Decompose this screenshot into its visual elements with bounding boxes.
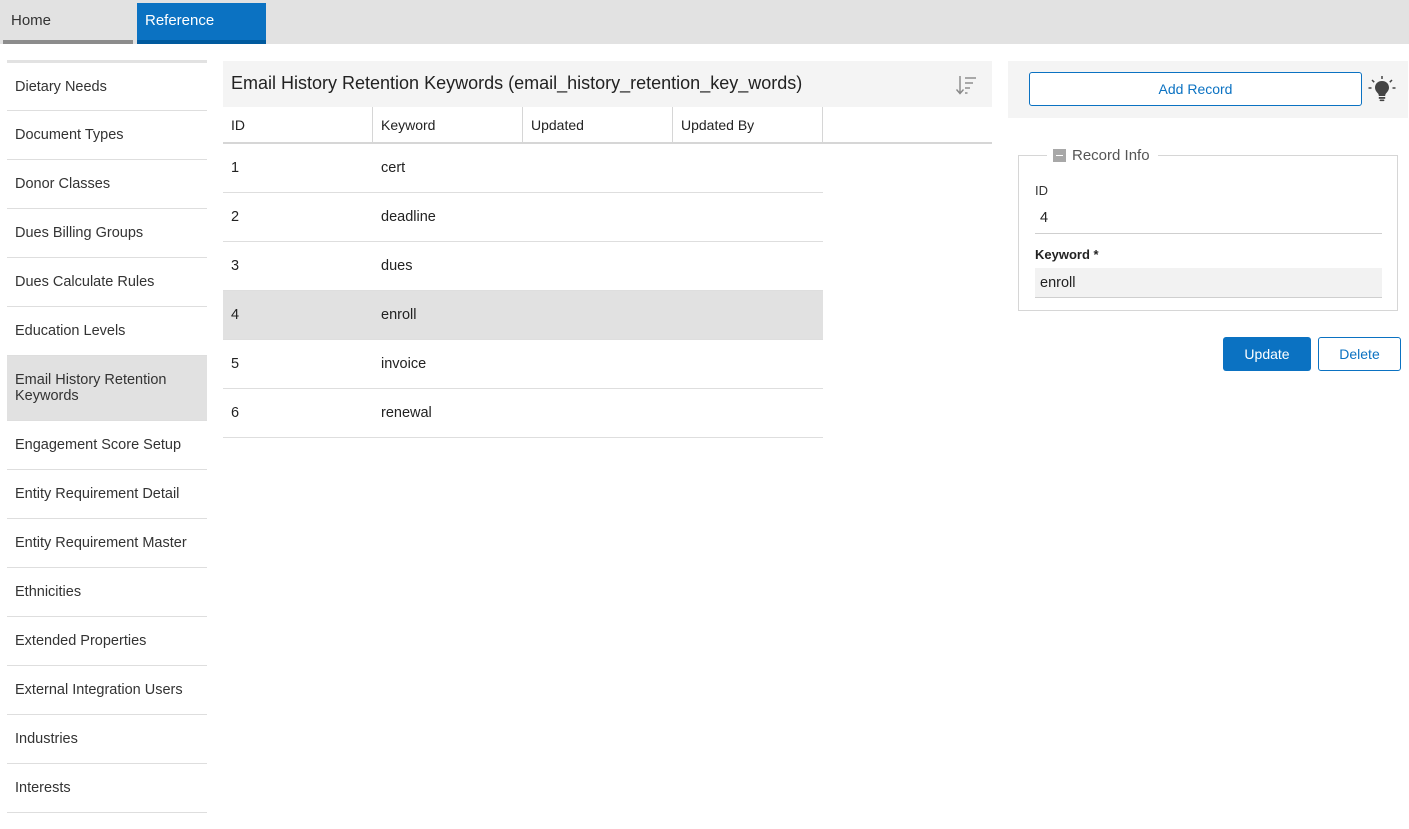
table-row[interactable]: 1 cert bbox=[223, 144, 823, 193]
add-record-button[interactable]: Add Record bbox=[1029, 72, 1362, 106]
cell-keyword: invoice bbox=[381, 356, 427, 372]
sort-descending-icon[interactable] bbox=[954, 73, 978, 97]
sidebar-item-email-history-retention-keywords[interactable]: Email History Retention Keywords bbox=[7, 356, 207, 421]
cell-keyword: cert bbox=[381, 160, 406, 176]
cell-id: 4 bbox=[231, 307, 240, 323]
page-title: Email History Retention Keywords (email_… bbox=[231, 73, 803, 93]
cell-keyword: renewal bbox=[381, 405, 432, 421]
sidebar-item-education-levels[interactable]: Education Levels bbox=[7, 307, 207, 356]
records-table: ID Keyword Updated Updated By 1 cert 2 d… bbox=[223, 107, 992, 438]
column-header-updated[interactable]: Updated bbox=[523, 107, 673, 142]
id-label: ID bbox=[1035, 183, 1048, 198]
cell-id: 3 bbox=[231, 258, 240, 274]
update-button[interactable]: Update bbox=[1223, 337, 1311, 371]
column-header-keyword[interactable]: Keyword bbox=[373, 107, 523, 142]
record-info-title: Record Info bbox=[1072, 147, 1150, 164]
table-body: 1 cert 2 deadline 3 dues 4 enroll 5 invo… bbox=[223, 144, 823, 438]
sidebar-item-donor-classes[interactable]: Donor Classes bbox=[7, 160, 207, 209]
table-row[interactable]: 6 renewal bbox=[223, 389, 823, 438]
sidebar-item-dues-billing-groups[interactable]: Dues Billing Groups bbox=[7, 209, 207, 258]
tab-reference-tables[interactable]: Reference Tables bbox=[137, 3, 266, 65]
top-tab-bar: Home Reference Tables bbox=[0, 0, 1409, 65]
cell-keyword: dues bbox=[381, 258, 413, 274]
table-header-bar: Email History Retention Keywords (email_… bbox=[223, 61, 992, 107]
sidebar-item-entity-requirement-master[interactable]: Entity Requirement Master bbox=[7, 519, 207, 568]
sidebar-item-external-integration-users[interactable]: External Integration Users bbox=[7, 666, 207, 715]
collapse-minus-icon[interactable] bbox=[1053, 149, 1066, 162]
sidebar-item-interests[interactable]: Interests bbox=[7, 764, 207, 813]
sidebar-item-ethnicities[interactable]: Ethnicities bbox=[7, 568, 207, 617]
cell-keyword: deadline bbox=[381, 209, 436, 225]
cell-id: 2 bbox=[231, 209, 240, 225]
sidebar-item-industries[interactable]: Industries bbox=[7, 715, 207, 764]
table-row-selected[interactable]: 4 enroll bbox=[223, 291, 823, 340]
sidebar-item-extended-properties[interactable]: Extended Properties bbox=[7, 617, 207, 666]
cell-keyword: enroll bbox=[381, 307, 417, 323]
table-row[interactable]: 2 deadline bbox=[223, 193, 823, 242]
sidebar-item-entity-requirement-detail[interactable]: Entity Requirement Detail bbox=[7, 470, 207, 519]
table-row[interactable]: 3 dues bbox=[223, 242, 823, 291]
keyword-input[interactable] bbox=[1035, 268, 1382, 298]
cell-id: 1 bbox=[231, 160, 240, 176]
delete-button[interactable]: Delete bbox=[1318, 337, 1401, 371]
table-row[interactable]: 5 invoice bbox=[223, 340, 823, 389]
sidebar-reference-tables-list: Dietary Needs Document Types Donor Class… bbox=[7, 60, 207, 829]
record-actions-bar: Add Record bbox=[1008, 61, 1408, 118]
sidebar-item-dues-calculate-rules[interactable]: Dues Calculate Rules bbox=[7, 258, 207, 307]
keyword-label: Keyword * bbox=[1035, 247, 1099, 262]
tab-home[interactable]: Home bbox=[3, 3, 133, 44]
column-header-updated-by[interactable]: Updated By bbox=[673, 107, 823, 142]
table-column-headers: ID Keyword Updated Updated By bbox=[223, 107, 992, 144]
lightbulb-icon[interactable] bbox=[1367, 75, 1397, 105]
id-value: 4 bbox=[1035, 202, 1382, 234]
sidebar-item-document-types[interactable]: Document Types bbox=[7, 111, 207, 160]
sidebar-item-engagement-score-setup[interactable]: Engagement Score Setup bbox=[7, 421, 207, 470]
cell-id: 6 bbox=[231, 405, 240, 421]
column-header-id[interactable]: ID bbox=[223, 107, 373, 142]
cell-id: 5 bbox=[231, 356, 240, 372]
record-info-section: Record Info ID 4 Keyword * bbox=[1018, 147, 1398, 311]
sidebar-item-dietary-needs[interactable]: Dietary Needs bbox=[7, 63, 207, 111]
record-info-legend: Record Info bbox=[1047, 147, 1158, 164]
